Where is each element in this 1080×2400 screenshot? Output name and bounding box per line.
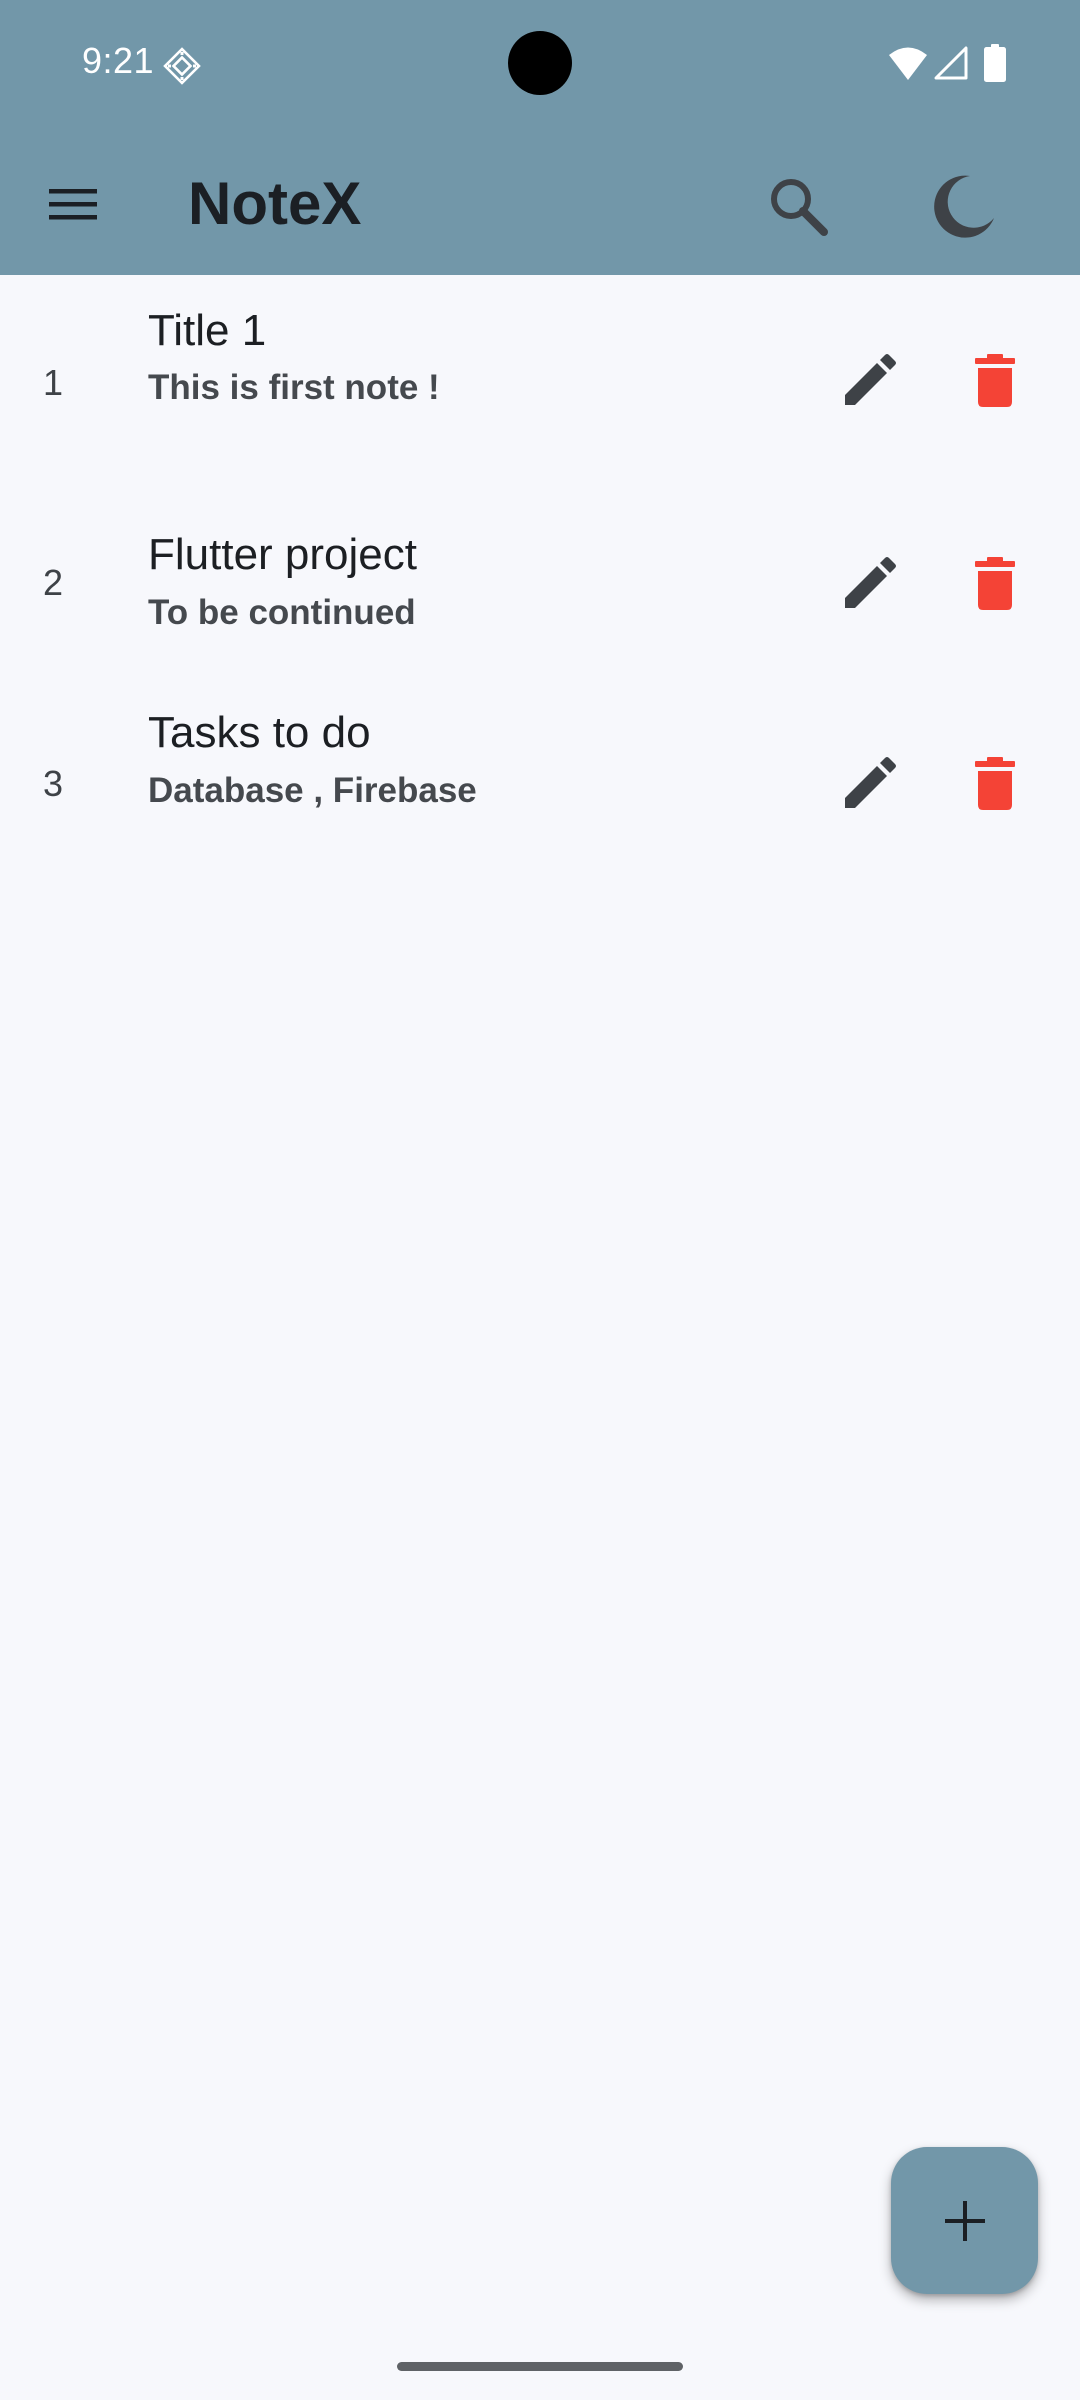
- note-subtitle: To be continued: [148, 593, 416, 632]
- note-title: Tasks to do: [148, 708, 371, 757]
- signal-icon: [934, 46, 968, 80]
- note-title: Flutter project: [148, 530, 417, 579]
- battery-icon: [984, 44, 1006, 82]
- camera-cutout: [508, 31, 572, 95]
- note-subtitle: Database , Firebase: [148, 771, 477, 810]
- edit-icon: [845, 757, 896, 808]
- trash-icon: [975, 557, 1015, 610]
- gesture-nav-handle[interactable]: [397, 2362, 683, 2371]
- delete-note-button[interactable]: [958, 547, 1032, 621]
- list-item[interactable]: 3 Tasks to do Database , Firebase: [0, 703, 1080, 853]
- list-item[interactable]: 1 Title 1 This is first note !: [0, 300, 1080, 450]
- dark-mode-moon-icon: [934, 175, 994, 238]
- dark-mode-button[interactable]: [918, 162, 1008, 252]
- list-item[interactable]: 2 Flutter project To be continued: [0, 525, 1080, 675]
- add-icon: [944, 2200, 985, 2241]
- edit-note-button[interactable]: [832, 547, 906, 621]
- wifi-icon: [889, 47, 927, 80]
- delete-note-button[interactable]: [958, 747, 1032, 821]
- delete-note-button[interactable]: [958, 344, 1032, 418]
- edit-icon: [845, 557, 896, 608]
- status-bar: 9:21: [0, 0, 1080, 130]
- menu-button[interactable]: [34, 164, 114, 244]
- search-button[interactable]: [756, 164, 840, 248]
- edit-note-button[interactable]: [832, 344, 906, 418]
- app-header: 9:21 NoteX: [0, 0, 1080, 275]
- edit-note-button[interactable]: [832, 747, 906, 821]
- status-time: 9:21: [82, 40, 155, 81]
- add-note-button[interactable]: [891, 2147, 1038, 2294]
- notification-app-icon: [163, 47, 201, 85]
- app-title: NoteX: [188, 170, 362, 237]
- edit-icon: [845, 354, 896, 405]
- note-subtitle: This is first note !: [148, 368, 440, 407]
- search-icon: [771, 179, 828, 236]
- note-number: 3: [43, 763, 64, 804]
- menu-icon: [49, 189, 97, 220]
- trash-icon: [975, 354, 1015, 407]
- note-number: 2: [43, 562, 64, 603]
- note-number: 1: [43, 362, 64, 403]
- notes-screen: 9:21 NoteX 1 Title 1 This is first note …: [0, 0, 1080, 2400]
- app-bar: NoteX: [0, 130, 1080, 275]
- trash-icon: [975, 757, 1015, 810]
- note-title: Title 1: [148, 306, 267, 355]
